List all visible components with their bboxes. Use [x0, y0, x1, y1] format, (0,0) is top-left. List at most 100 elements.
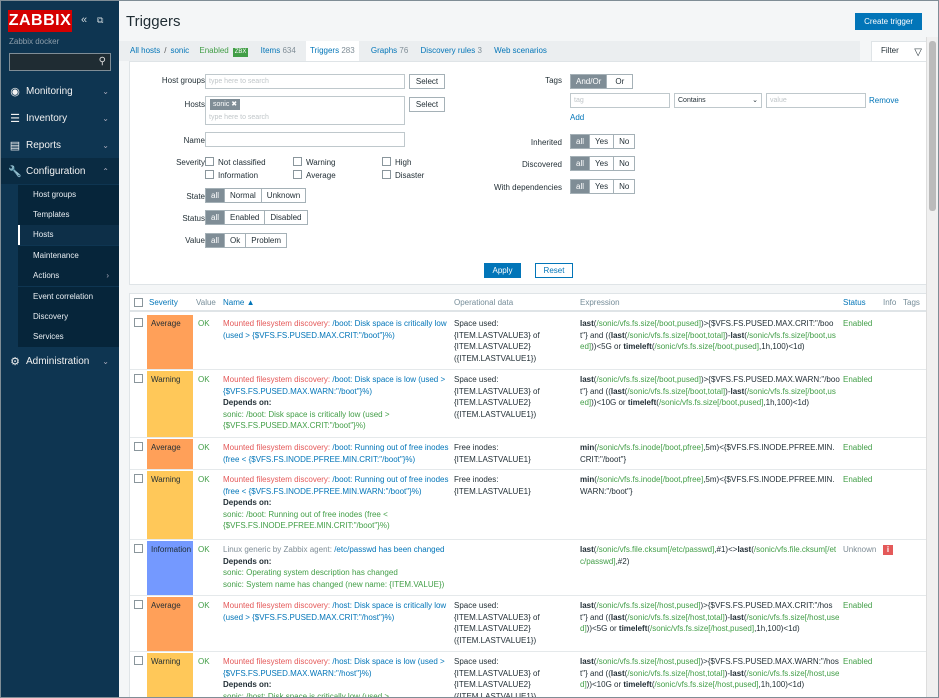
trigger-name-link[interactable]: /etc/passwd has been changed [334, 545, 444, 554]
tag-input[interactable]: tag [570, 93, 670, 108]
eye-icon: ◉ [10, 85, 20, 98]
sidebar-search-input[interactable]: ⚲ [9, 53, 111, 71]
dependency-link[interactable]: sonic: /boot: Running out of free inodes… [223, 510, 390, 531]
sort-name[interactable]: Name ▲ [223, 298, 254, 307]
severity-not-classified-checkbox[interactable] [205, 157, 214, 166]
search-icon[interactable]: ⚲ [99, 56, 106, 67]
row-checkbox[interactable] [134, 474, 143, 483]
trigger-prefix-link[interactable]: Mounted filesystem discovery: [223, 475, 330, 484]
filter-tab[interactable]: Filter ▽ [871, 41, 929, 61]
row-checkbox[interactable] [134, 374, 143, 383]
trigger-prefix-link[interactable]: Linux generic by Zabbix agent: [223, 545, 332, 554]
host-chip[interactable]: sonic ✖ [210, 99, 241, 110]
name-input[interactable] [205, 132, 405, 147]
info-icon[interactable]: i [883, 545, 893, 555]
status-radio-group[interactable]: all Enabled Disabled [205, 210, 308, 225]
create-trigger-button[interactable]: Create trigger [855, 13, 922, 30]
menu-label: Configuration [26, 165, 86, 177]
submenu-actions[interactable]: Actions › [18, 266, 119, 286]
trigger-prefix-link[interactable]: Mounted filesystem discovery: [223, 319, 330, 328]
collapse-sidebar-icon[interactable]: « [81, 14, 87, 26]
severity-cell: Warning [147, 471, 193, 539]
dependency-link[interactable]: sonic: System name has changed (new name… [223, 580, 444, 589]
dependency-link[interactable]: sonic: /boot: Disk space is critically l… [223, 410, 390, 431]
severity-average-checkbox[interactable] [293, 170, 302, 179]
operational-data-cell: Space used: {ITEM.LASTVALUE3} of {ITEM.L… [454, 657, 540, 698]
items-link[interactable]: Items [261, 46, 281, 55]
discovered-radio-group[interactable]: all Yes No [570, 156, 636, 171]
dependencies-radio-group[interactable]: all Yes No [570, 179, 636, 194]
submenu-hosts[interactable]: Hosts [18, 225, 119, 245]
status-cell[interactable]: Enabled [843, 318, 872, 330]
tags-evaltype-group[interactable]: And/Or Or [570, 74, 634, 89]
page-scrollbar[interactable] [926, 37, 938, 697]
inherited-radio-group[interactable]: all Yes No [570, 134, 636, 149]
status-cell[interactable]: Enabled [843, 374, 872, 386]
table-row: Average OK Mounted filesystem discovery: /… [130, 438, 926, 470]
submenu-services[interactable]: Services [18, 327, 119, 347]
close-icon[interactable]: ✖ [231, 101, 237, 108]
dependency-link[interactable]: sonic: Operating system description has … [223, 568, 398, 577]
host-groups-select-button[interactable]: Select [409, 74, 445, 89]
menu-inventory[interactable]: ☰ Inventory ⌄ [1, 105, 119, 131]
expression-cell: min(/sonic/vfs.fs.inode[/boot,pfree],5m)… [580, 475, 835, 496]
discovery-rules-link[interactable]: Discovery rules [421, 46, 476, 55]
graphs-link[interactable]: Graphs [371, 46, 397, 55]
state-radio-group[interactable]: all Normal Unknown [205, 188, 307, 203]
submenu-event-correlation[interactable]: Event correlation [18, 287, 119, 307]
select-all-checkbox[interactable] [134, 298, 143, 307]
submenu-label: Actions [33, 271, 60, 280]
status-cell[interactable]: Enabled [843, 600, 872, 612]
severity-disaster-checkbox[interactable] [382, 170, 391, 179]
trigger-prefix-link[interactable]: Mounted filesystem discovery: [223, 375, 330, 384]
apply-button[interactable]: Apply [484, 263, 521, 278]
menu-configuration[interactable]: 🔧 Configuration ⌃ [1, 158, 119, 184]
sort-severity[interactable]: Severity [149, 298, 178, 307]
status-cell[interactable]: Enabled [843, 656, 872, 668]
submenu-host-groups[interactable]: Host groups [18, 185, 119, 205]
tag-value-input[interactable]: value [766, 93, 866, 108]
severity-warning-checkbox[interactable] [293, 157, 302, 166]
reset-button[interactable]: Reset [535, 263, 573, 278]
kiosk-mode-icon[interactable]: ⧉ [97, 14, 103, 26]
submenu-maintenance[interactable]: Maintenance [18, 246, 119, 266]
severity-cell: Warning [147, 653, 193, 697]
all-hosts-link[interactable]: All hosts [130, 46, 160, 55]
menu-administration[interactable]: ⚙ Administration ⌄ [1, 348, 119, 374]
hosts-select-button[interactable]: Select [409, 97, 445, 112]
dependency-link[interactable]: sonic: /host: Disk space is critically l… [223, 692, 389, 698]
menu-monitoring[interactable]: ◉ Monitoring ⌄ [1, 78, 119, 104]
triggers-tab[interactable]: Triggers 283 [306, 41, 359, 61]
submenu-discovery[interactable]: Discovery [18, 307, 119, 327]
scrollbar-thumb[interactable] [929, 41, 936, 211]
severity-information-checkbox[interactable] [205, 170, 214, 179]
host-status: Enabled [199, 46, 229, 55]
row-checkbox[interactable] [134, 442, 143, 451]
row-checkbox[interactable] [134, 318, 143, 327]
remove-tag-link[interactable]: Remove [869, 96, 899, 105]
expression-cell: last(/sonic/vfs.fs.size[/boot,pused])>{$… [580, 375, 840, 407]
trigger-prefix-link[interactable]: Mounted filesystem discovery: [223, 601, 330, 610]
severity-high-checkbox[interactable] [382, 157, 391, 166]
web-scenarios-link[interactable]: Web scenarios [494, 46, 547, 55]
sort-status[interactable]: Status [843, 298, 866, 307]
row-checkbox[interactable] [134, 544, 143, 553]
host-link[interactable]: sonic [170, 46, 189, 55]
row-checkbox[interactable] [134, 656, 143, 665]
host-groups-input[interactable]: type here to search [205, 74, 405, 89]
hosts-input[interactable]: sonic ✖ type here to search [205, 96, 405, 125]
tag-operator-select[interactable]: Contains ⌄ [674, 93, 762, 108]
trigger-name-cell: Mounted filesystem discovery: /host: Dis… [223, 656, 451, 698]
submenu-templates[interactable]: Templates [18, 205, 119, 225]
gear-icon: ⚙ [10, 355, 20, 368]
menu-reports[interactable]: ▤ Reports ⌄ [1, 132, 119, 158]
trigger-prefix-link[interactable]: Mounted filesystem discovery: [223, 443, 330, 452]
add-tag-link[interactable]: Add [570, 113, 584, 122]
zabbix-logo[interactable]: ZABBIX [8, 10, 72, 32]
status-cell[interactable]: Enabled [843, 442, 872, 454]
trigger-prefix-link[interactable]: Mounted filesystem discovery: [223, 657, 330, 666]
status-cell[interactable]: Unknown [843, 544, 876, 556]
value-radio-group[interactable]: all Ok Problem [205, 233, 288, 248]
row-checkbox[interactable] [134, 600, 143, 609]
status-cell[interactable]: Enabled [843, 474, 872, 486]
